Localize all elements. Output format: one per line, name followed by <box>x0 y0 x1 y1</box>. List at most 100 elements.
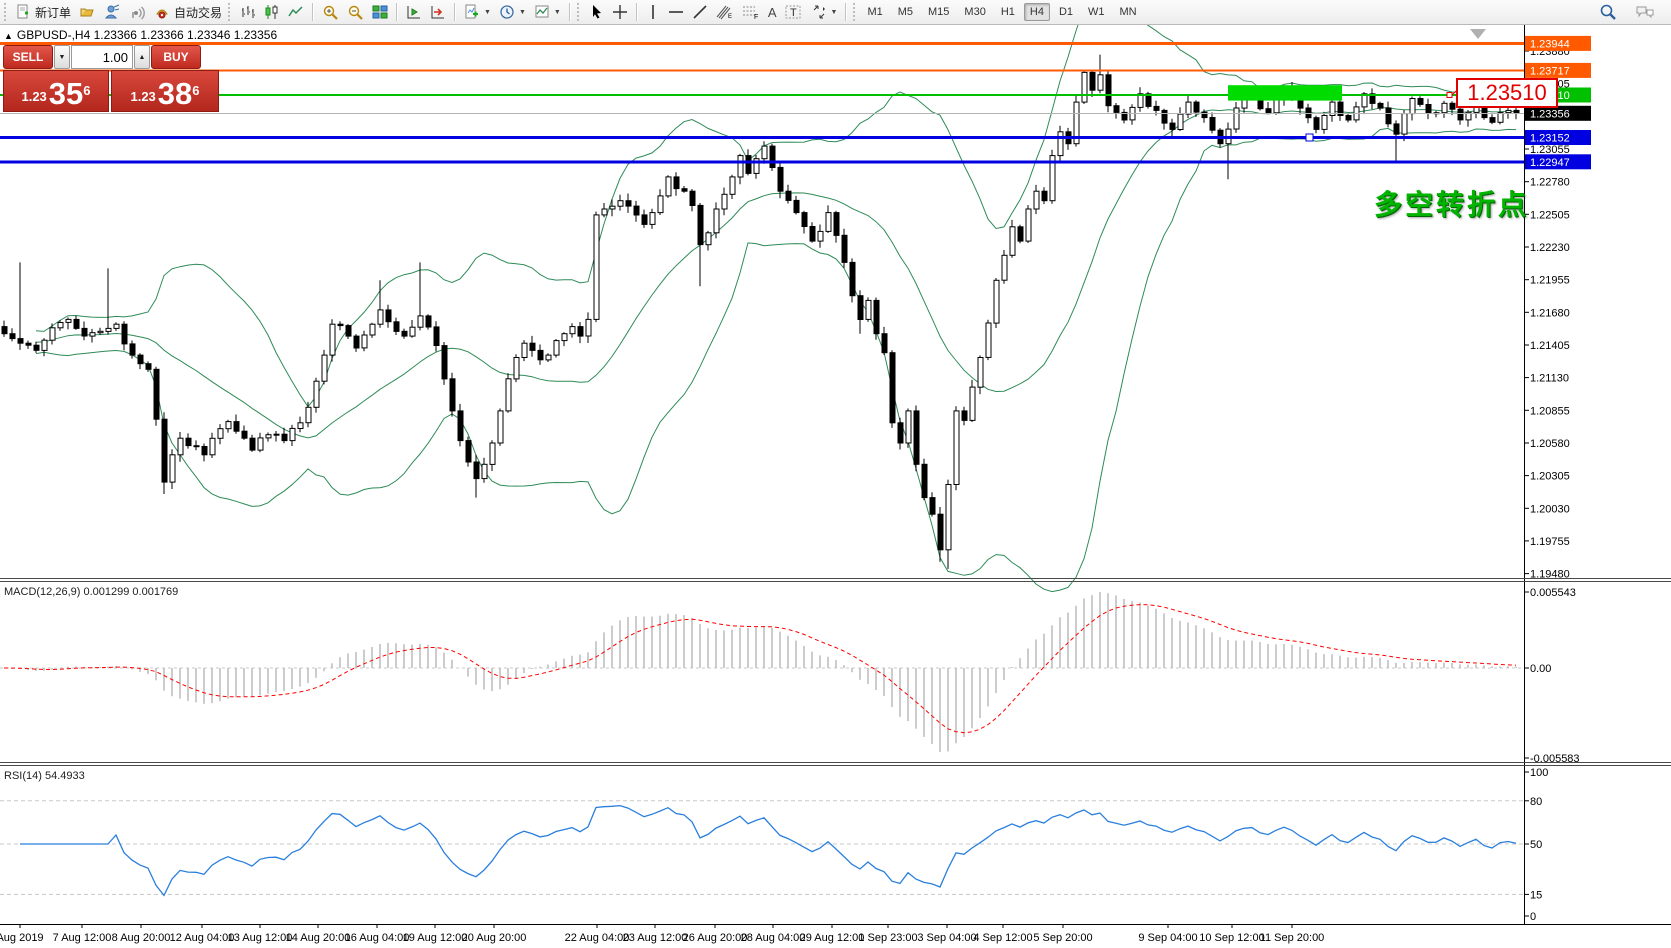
timeframe-d1-button[interactable]: D1 <box>1053 3 1079 21</box>
new-order-button[interactable]: 新订单 <box>12 1 75 24</box>
timeframe-m15-button[interactable]: M15 <box>922 3 955 21</box>
timeframe-w1-button[interactable]: W1 <box>1082 3 1111 21</box>
one-click-trading-panel: SELL ▼ ▲ BUY 1.23356 1.23386 <box>3 45 219 112</box>
svg-text:1.20030: 1.20030 <box>1530 503 1570 515</box>
candlestick-chart-button[interactable] <box>260 1 284 24</box>
svg-text:10 Sep 12:00: 10 Sep 12:00 <box>1199 932 1264 944</box>
autotrading-button[interactable]: 自动交易 <box>150 1 226 24</box>
zoom-out-button[interactable] <box>343 1 368 24</box>
toolbar-grip[interactable] <box>577 3 583 21</box>
timeframe-m1-button[interactable]: M1 <box>861 3 888 21</box>
svg-text:15: 15 <box>1530 889 1542 901</box>
cursor-icon <box>589 4 604 20</box>
svg-text:F: F <box>754 14 758 20</box>
trendline-icon <box>692 4 708 20</box>
svg-text:1.21680: 1.21680 <box>1530 307 1570 319</box>
sell-button[interactable]: SELL <box>3 45 53 69</box>
price-axis[interactable]: 1.238801.236051.230551.227801.225051.222… <box>1524 25 1591 924</box>
svg-text:1.23152: 1.23152 <box>1530 133 1570 145</box>
timeframe-h4-button[interactable]: H4 <box>1024 3 1050 21</box>
quote-text: GBPUSD-,H4 1.23366 1.23366 1.23346 1.233… <box>17 28 277 42</box>
price-chart[interactable]: 1.238801.236051.230551.227801.225051.222… <box>0 25 1671 948</box>
quote-line: ▲ GBPUSD-,H4 1.23366 1.23366 1.23346 1.23… <box>4 28 277 42</box>
macd-histogram <box>4 592 1516 752</box>
timeframe-mn-button[interactable]: MN <box>1114 3 1143 21</box>
symbol-collapse-icon[interactable]: ▲ <box>4 31 13 41</box>
trendline-button[interactable] <box>688 1 712 24</box>
chat-button[interactable] <box>1631 1 1659 24</box>
templates-button[interactable]: ▼ <box>530 1 565 24</box>
svg-text:50: 50 <box>1530 839 1542 851</box>
bar-chart-button[interactable] <box>236 1 260 24</box>
buy-price[interactable]: 1.23386 <box>111 70 219 112</box>
text-button[interactable]: A <box>764 1 781 24</box>
line-chart-button[interactable] <box>284 1 308 24</box>
svg-text:11 Sep 20:00: 11 Sep 20:00 <box>1260 932 1325 944</box>
indicators-caret-icon: ▼ <box>484 9 491 16</box>
profile-button[interactable] <box>100 1 125 24</box>
timeframe-h1-button[interactable]: H1 <box>995 3 1021 21</box>
volume-decrease-button[interactable]: ▼ <box>54 45 70 69</box>
horizontal-line-button[interactable] <box>664 1 688 24</box>
mt4-terminal: 新订单 自动交易 <box>0 0 1671 948</box>
svg-text:7 Aug 12:00: 7 Aug 12:00 <box>53 932 112 944</box>
crosshair-button[interactable] <box>608 1 632 24</box>
toolbar-grip[interactable] <box>228 3 234 21</box>
chart-shift-marker <box>1470 29 1486 39</box>
auto-scroll-button[interactable] <box>426 1 450 24</box>
label-handle <box>1447 93 1452 98</box>
templates-icon <box>534 4 550 20</box>
line-handle <box>1306 134 1313 141</box>
channel-button[interactable]: E <box>712 1 738 24</box>
timeframe-m5-button[interactable]: M5 <box>892 3 919 21</box>
auto-scroll-icon <box>430 4 446 20</box>
autotrading-label: 自动交易 <box>174 4 222 21</box>
svg-text:19 Aug 12:00: 19 Aug 12:00 <box>403 932 468 944</box>
buy-button[interactable]: BUY <box>151 45 201 69</box>
tile-windows-button[interactable] <box>368 1 392 24</box>
charts-folder-button[interactable] <box>75 1 100 24</box>
horizontal-line-icon <box>668 4 684 20</box>
periods-button[interactable]: ▼ <box>495 1 530 24</box>
bollinger-bands <box>36 25 1516 592</box>
periods-caret-icon: ▼ <box>519 9 526 16</box>
rsi-line <box>20 806 1516 896</box>
volume-input[interactable] <box>71 45 133 69</box>
sell-price[interactable]: 1.23356 <box>3 70 109 112</box>
arrows-button[interactable]: ▼ <box>807 1 842 24</box>
svg-text:20 Aug 20:00: 20 Aug 20:00 <box>462 932 527 944</box>
object-lines[interactable] <box>0 29 1524 162</box>
sell-price-small: 1.23 <box>21 86 46 108</box>
cursor-button[interactable] <box>585 1 608 24</box>
toolbar-grip[interactable] <box>853 3 859 21</box>
indicators-icon <box>464 4 480 20</box>
svg-text:1.21955: 1.21955 <box>1530 275 1570 287</box>
svg-text:1.22780: 1.22780 <box>1530 177 1570 189</box>
zoom-in-button[interactable] <box>318 1 343 24</box>
turning-point-annotation[interactable]: 多空转折点 <box>1374 183 1529 223</box>
text-label-button[interactable]: T <box>781 1 807 24</box>
sell-price-big: 35 <box>49 80 83 108</box>
indicators-button[interactable]: ▼ <box>460 1 495 24</box>
svg-text:100: 100 <box>1530 767 1548 779</box>
svg-text:1.20855: 1.20855 <box>1530 405 1570 417</box>
search-icon <box>1599 3 1617 21</box>
chart-shift-button[interactable] <box>402 1 426 24</box>
vertical-line-button[interactable] <box>642 1 664 24</box>
svg-text:13 Aug 12:00: 13 Aug 12:00 <box>228 932 293 944</box>
toolbar-grip[interactable] <box>4 3 10 21</box>
price-label-annotation[interactable]: 1.23510 <box>1456 78 1558 108</box>
signals-button[interactable] <box>125 1 150 24</box>
fibonacci-button[interactable]: F <box>738 1 764 24</box>
toolbar-separator <box>312 3 314 21</box>
zoom-out-icon <box>347 4 364 21</box>
svg-text:E: E <box>728 14 732 20</box>
toolbar-separator <box>396 3 398 21</box>
candles <box>2 55 1519 569</box>
timeframe-m30-button[interactable]: M30 <box>958 3 991 21</box>
search-button[interactable] <box>1595 1 1621 24</box>
volume-increase-button[interactable]: ▲ <box>134 45 150 69</box>
vertical-line-icon <box>646 4 660 20</box>
time-axis[interactable]: Aug 20197 Aug 12:008 Aug 20:0012 Aug 04:… <box>0 924 1324 944</box>
text-tool-icon: A <box>768 5 777 20</box>
